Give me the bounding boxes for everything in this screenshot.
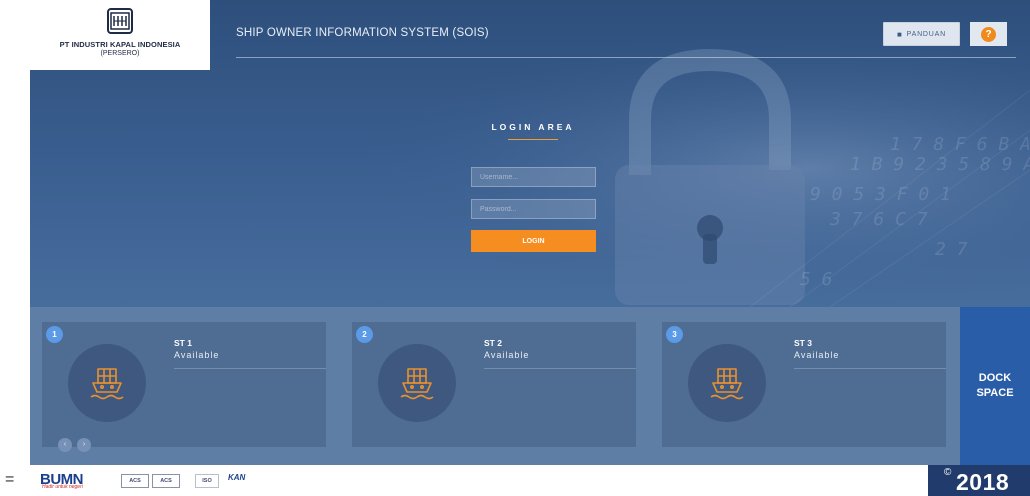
station-card-2[interactable]: 2 ST 2 Available — [352, 322, 636, 447]
station-card-3[interactable]: 3 ST 3 Available — [662, 322, 946, 447]
station-divider — [174, 368, 326, 369]
station-number-badge: 2 — [356, 326, 373, 343]
copyright-mark: © — [944, 467, 952, 478]
header-divider — [236, 57, 1016, 58]
station-status: Available — [484, 350, 530, 360]
station-status: Available — [174, 350, 220, 360]
ship-container-icon — [90, 368, 124, 400]
company-logo[interactable]: PT INDUSTRI KAPAL INDONESIA (PERSERO) — [30, 0, 210, 70]
panduan-label: PANDUAN — [906, 30, 946, 38]
certification-badge-2: ACS — [152, 474, 180, 488]
question-icon: ? — [981, 26, 996, 42]
carousel-prev-button[interactable]: ‹ — [58, 438, 72, 452]
dock-label-line2: SPACE — [976, 387, 1014, 399]
svg-text:2 7: 2 7 — [935, 239, 968, 260]
kan-logo: KAN — [228, 473, 246, 482]
login-area-title: LOGIN AREA — [491, 122, 575, 132]
dock-space-panel[interactable]: DOCK SPACE — [960, 307, 1030, 465]
station-icon-circle — [378, 344, 456, 422]
year-badge: © 2018 — [928, 465, 1030, 496]
dock-space-label: DOCK SPACE — [976, 371, 1013, 401]
panduan-button[interactable]: ■ PANDUAN — [883, 22, 960, 46]
station-icon-circle — [68, 344, 146, 422]
ship-container-icon — [400, 368, 434, 400]
station-number-badge: 1 — [46, 326, 63, 343]
certification-badge-1: ACS — [121, 474, 149, 488]
station-status: Available — [794, 350, 840, 360]
app-title: SHIP OWNER INFORMATION SYSTEM (SOIS) — [236, 27, 489, 39]
password-input[interactable] — [471, 199, 596, 219]
username-input[interactable] — [471, 167, 596, 187]
station-icon-circle — [688, 344, 766, 422]
svg-text:9 0 5 3 F 0 1: 9 0 5 3 F 0 1 — [810, 184, 951, 205]
login-title-underline — [508, 139, 558, 140]
iso-badge: ISO — [195, 474, 219, 488]
station-divider — [484, 368, 636, 369]
station-divider — [794, 368, 946, 369]
svg-text:1 B 9 2 3 5 8 9 A: 1 B 9 2 3 5 8 9 A — [850, 154, 1030, 175]
ship-container-icon — [710, 368, 744, 400]
copyright-year: 2018 — [956, 469, 1010, 495]
carousel-controls: ‹ › — [58, 438, 91, 452]
carousel-next-button[interactable]: › — [77, 438, 91, 452]
bumn-logo: BUMN Hadir untuk negeri — [40, 471, 125, 490]
station-name: ST 2 — [484, 338, 502, 348]
company-name: PT INDUSTRI KAPAL INDONESIA — [59, 40, 181, 49]
station-number-badge: 3 — [666, 326, 683, 343]
bumn-tagline: Hadir untuk negeri — [42, 484, 83, 490]
login-button[interactable]: LOGIN — [471, 230, 596, 252]
book-icon: ■ — [897, 29, 903, 39]
pal-emblem-icon — [107, 8, 133, 34]
dock-label-line1: DOCK — [978, 372, 1012, 384]
svg-text:3 7 6 C 7: 3 7 6 C 7 — [829, 209, 928, 230]
station-name: ST 1 — [174, 338, 192, 348]
help-button[interactable]: ? — [970, 22, 1007, 46]
leading-mark: = — [5, 471, 15, 488]
station-card-1[interactable]: 1 ST 1 Available — [42, 322, 326, 447]
station-name: ST 3 — [794, 338, 812, 348]
company-subtitle: (PERSERO) — [100, 50, 140, 57]
